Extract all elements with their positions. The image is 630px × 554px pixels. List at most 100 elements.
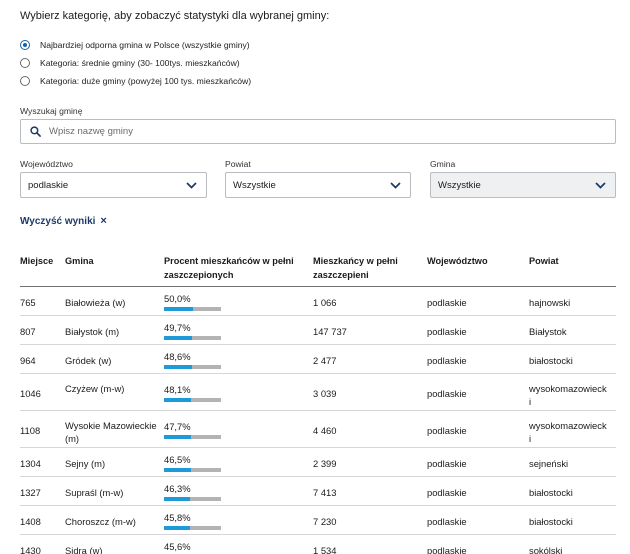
- cell-gmina-line1: Białystok (m): [65, 326, 120, 337]
- cell-gmina-line2: (m): [65, 433, 80, 444]
- table-row: 1304 Sejny (m) 46,5% 2 399 podlaskie sejneńsk…: [20, 448, 616, 477]
- search-input[interactable]: [49, 126, 589, 137]
- cell-mieszkancy: 147 737: [313, 326, 347, 337]
- search-icon: [30, 126, 41, 137]
- percent-bar: [164, 468, 221, 472]
- cell-powiat-line1: hajnowski: [529, 297, 571, 308]
- header-procent-line2: zaszczepionych: [164, 270, 234, 280]
- cell-powiat: białostocki: [529, 515, 573, 528]
- cell-miejsce: 1327: [20, 487, 41, 498]
- percent-value: 48,1%: [164, 384, 191, 395]
- cell-gmina-line1: Wysokie Mazowieckie: [65, 420, 157, 431]
- cell-procent: 50,0%: [164, 292, 221, 311]
- radio-button-large[interactable]: [20, 76, 30, 86]
- percent-bar: [164, 307, 221, 311]
- cell-gmina-line1: Sejny (m): [65, 458, 106, 469]
- cell-powiat: Białystok: [529, 325, 567, 338]
- header-miejsce[interactable]: Miejsce: [20, 254, 53, 268]
- percent-bar-fill: [164, 526, 191, 530]
- search-box[interactable]: [20, 119, 616, 144]
- percent-bar-fill: [164, 307, 193, 311]
- header-powiat[interactable]: Powiat: [529, 254, 559, 268]
- table-row: 1108 Wysokie Mazowieckie (m) 47,7% 4 460 podl…: [20, 411, 616, 448]
- gmina-select[interactable]: Wszystkie: [430, 172, 616, 198]
- percent-value: 45,8%: [164, 512, 191, 523]
- cell-miejsce: 1304: [20, 458, 41, 469]
- cell-gmina: Choroszcz (m-w): [65, 515, 136, 528]
- cell-powiat-line1: wysokomazowieck: [529, 383, 607, 394]
- percent-bar-fill: [164, 435, 192, 439]
- cell-powiat-line1: Białystok: [529, 326, 567, 337]
- cell-powiat: hajnowski: [529, 296, 570, 309]
- cell-miejsce: 964: [20, 355, 36, 366]
- cell-procent: 47,7%: [164, 420, 221, 439]
- cell-mieszkancy: 1 066: [313, 297, 337, 308]
- percent-value: 49,7%: [164, 322, 191, 333]
- clear-results-button[interactable]: Wyczyść wyniki ×: [20, 215, 107, 227]
- cell-procent: 45,6%: [164, 540, 221, 554]
- cell-gmina: Białowieża (w): [65, 296, 125, 309]
- header-mieszkancy[interactable]: Mieszkańcy w pełni zaszczepieni: [313, 254, 398, 282]
- radio-button-all[interactable]: [20, 40, 30, 50]
- cell-miejsce: 807: [20, 326, 36, 337]
- radio-button-medium[interactable]: [20, 58, 30, 68]
- header-gmina[interactable]: Gmina: [65, 254, 94, 268]
- cell-mieszkancy: 7 413: [313, 487, 337, 498]
- cell-powiat: sokólski: [529, 544, 562, 554]
- cell-mieszkancy: 2 477: [313, 355, 337, 366]
- cell-miejsce: 765: [20, 297, 36, 308]
- cell-gmina: Białystok (m): [65, 325, 119, 338]
- cell-gmina-line1: Supraśl (m-w): [65, 487, 124, 498]
- radio-option-medium[interactable]: Kategoria: średnie gminy (30- 100tys. mi…: [20, 54, 251, 72]
- cell-mieszkancy: 7 230: [313, 516, 337, 527]
- percent-value: 46,5%: [164, 454, 191, 465]
- radio-label-all: Najbardziej odporna gmina w Polsce (wszy…: [40, 40, 250, 50]
- radio-option-large[interactable]: Kategoria: duże gminy (powyżej 100 tys. …: [20, 72, 251, 90]
- cell-wojewodztwo: podlaskie: [427, 425, 467, 436]
- cell-powiat: wysokomazowieck i: [529, 382, 607, 408]
- cell-gmina-line1: Białowieża (w): [65, 297, 126, 308]
- cell-gmina: Sejny (m): [65, 457, 105, 470]
- close-icon: ×: [100, 215, 107, 227]
- cell-procent: 49,7%: [164, 321, 221, 340]
- radio-option-all[interactable]: Najbardziej odporna gmina w Polsce (wszy…: [20, 36, 251, 54]
- wojewodztwo-value: podlaskie: [28, 179, 69, 191]
- cell-miejsce: 1046: [20, 388, 41, 399]
- percent-bar-fill: [164, 468, 191, 472]
- percent-bar: [164, 398, 221, 402]
- percent-bar: [164, 526, 221, 530]
- cell-wojewodztwo: podlaskie: [427, 388, 467, 399]
- percent-value: 50,0%: [164, 293, 191, 304]
- cell-mieszkancy: 2 399: [313, 458, 337, 469]
- radio-label-medium: Kategoria: średnie gminy (30- 100tys. mi…: [40, 58, 240, 68]
- cell-gmina-line1: Gródek (w): [65, 355, 112, 366]
- chevron-down-icon: [390, 181, 401, 189]
- cell-wojewodztwo: podlaskie: [427, 458, 467, 469]
- powiat-select[interactable]: Wszystkie: [225, 172, 411, 198]
- cell-powiat-line1: białostocki: [529, 355, 573, 366]
- chevron-down-icon: [186, 181, 197, 189]
- search-label: Wyszukaj gminę: [20, 106, 83, 116]
- cell-powiat-line1: wysokomazowieck: [529, 420, 607, 431]
- category-radio-group: Najbardziej odporna gmina w Polsce (wszy…: [20, 36, 251, 90]
- cell-powiat-line2: i: [529, 396, 532, 407]
- table-row: 964 Gródek (w) 48,6% 2 477 podlaskie białosto…: [20, 345, 616, 374]
- cell-powiat-line1: białostocki: [529, 516, 573, 527]
- wojewodztwo-select[interactable]: podlaskie: [20, 172, 207, 198]
- cell-mieszkancy: 3 039: [313, 388, 337, 399]
- header-wojewodztwo[interactable]: Województwo: [427, 254, 488, 268]
- header-procent[interactable]: Procent mieszkańców w pełni zaszczepiony…: [164, 254, 294, 282]
- cell-gmina: Wysokie Mazowieckie (m): [65, 419, 157, 445]
- table-row: 1430 Sidra (w) 45,6% 1 534 podlaskie sokólski: [20, 535, 616, 554]
- cell-wojewodztwo: podlaskie: [427, 326, 467, 337]
- cell-procent: 48,1%: [164, 383, 221, 402]
- clear-results-label: Wyczyść wyniki: [20, 215, 96, 227]
- cell-gmina: Sidra (w): [65, 544, 103, 554]
- radio-label-large: Kategoria: duże gminy (powyżej 100 tys. …: [40, 76, 252, 86]
- cell-gmina: Czyżew (m-w): [65, 382, 124, 395]
- cell-miejsce: 1408: [20, 516, 41, 527]
- cell-powiat-line1: białostocki: [529, 487, 573, 498]
- cell-gmina: Gródek (w): [65, 354, 111, 367]
- header-mieszkancy-line2: zaszczepieni: [313, 270, 369, 280]
- cell-wojewodztwo: podlaskie: [427, 355, 467, 366]
